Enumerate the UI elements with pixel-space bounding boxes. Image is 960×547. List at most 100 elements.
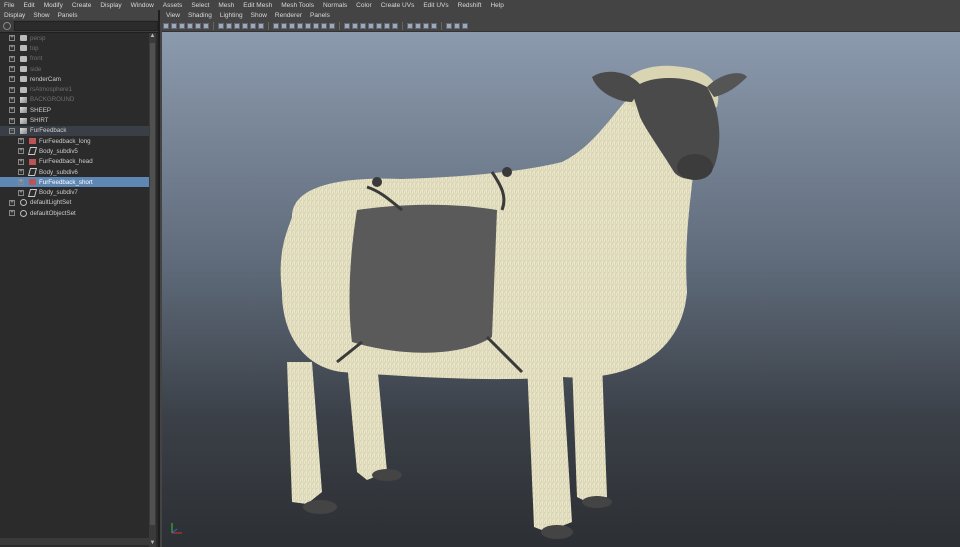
expand-icon[interactable]: + (9, 210, 15, 217)
expand-icon[interactable]: + (9, 76, 15, 83)
menu-item-select[interactable]: Select (187, 2, 214, 9)
menu-item-mesh[interactable]: Mesh (214, 2, 239, 9)
viewport-tool-icon[interactable] (171, 22, 177, 29)
viewport-tool-icon[interactable] (423, 22, 429, 29)
viewport-tool-icon[interactable] (446, 22, 452, 29)
viewport-menu-shading[interactable]: Shading (184, 12, 216, 19)
menu-item-normals[interactable]: Normals (319, 2, 352, 9)
menu-item-color[interactable]: Color (352, 2, 377, 9)
viewport-tool-icon[interactable] (321, 22, 327, 29)
viewport-menu-view[interactable]: View (162, 12, 184, 19)
outliner-item[interactable]: + persp (0, 33, 150, 43)
viewport-tool-icon[interactable] (226, 22, 232, 29)
outliner-item[interactable]: + FurFeedback_short (0, 177, 150, 188)
viewport-tool-icon[interactable] (250, 22, 256, 29)
outliner-item[interactable]: + FurFeedback_long (0, 136, 150, 146)
expand-icon[interactable]: + (9, 96, 15, 103)
viewport-tool-icon[interactable] (273, 22, 279, 29)
viewport-tool-icon[interactable] (392, 22, 398, 29)
expand-icon[interactable]: + (18, 158, 24, 165)
outliner-menu-show[interactable]: Show (29, 12, 53, 19)
viewport-tool-icon[interactable] (179, 22, 185, 29)
expand-icon[interactable]: + (18, 169, 24, 175)
menu-item-assets[interactable]: Assets (159, 2, 188, 9)
expand-icon[interactable]: + (18, 179, 24, 186)
viewport-menu-renderer[interactable]: Renderer (271, 12, 306, 19)
menu-item-help[interactable]: Help (486, 2, 508, 9)
outliner-item[interactable]: + renderCam (0, 74, 150, 84)
outliner-item[interactable]: + SHEEP (0, 105, 150, 115)
expand-icon[interactable]: + (18, 148, 24, 155)
outliner-item[interactable]: + rsAtmosphere1 (0, 84, 150, 94)
outliner-item[interactable]: + FurFeedback_head (0, 157, 150, 167)
viewport-tool-icon[interactable] (431, 22, 437, 29)
outliner-item[interactable]: + Body_subdiv6 (0, 167, 150, 177)
menu-item-edit[interactable]: Edit (19, 2, 39, 9)
viewport-tool-icon[interactable] (344, 22, 350, 29)
outliner-item[interactable]: + SHIRT (0, 115, 150, 125)
viewport-tool-icon[interactable] (368, 22, 374, 29)
outliner-search-input[interactable] (13, 21, 158, 31)
expand-icon[interactable]: + (9, 66, 15, 73)
expand-icon[interactable]: + (9, 107, 15, 114)
expand-icon[interactable]: + (9, 55, 15, 62)
outliner-item[interactable]: + Body_subdiv7 (0, 187, 150, 197)
menu-item-display[interactable]: Display (96, 2, 126, 9)
viewport-tool-icon[interactable] (415, 22, 421, 29)
expand-icon[interactable]: + (9, 35, 15, 42)
viewport-tool-icon[interactable] (384, 22, 390, 29)
outliner-item[interactable]: + BACKGROUND (0, 95, 150, 105)
outliner-menu-panels[interactable]: Panels (54, 12, 82, 19)
outliner-item[interactable]: + Body_subdiv5 (0, 146, 150, 156)
viewport-tool-icon[interactable] (258, 22, 264, 29)
viewport-tool-icon[interactable] (313, 22, 319, 29)
outliner-horizontal-scrollbar[interactable] (0, 538, 150, 545)
viewport-tool-icon[interactable] (281, 22, 287, 29)
scroll-up-icon[interactable]: ▲ (149, 33, 156, 40)
viewport-tool-icon[interactable] (329, 22, 335, 29)
viewport-tool-icon[interactable] (242, 22, 248, 29)
viewport-tool-icon[interactable] (454, 22, 460, 29)
viewport-tool-icon[interactable] (218, 22, 224, 29)
viewport-tool-icon[interactable] (195, 22, 201, 29)
viewport-tool-icon[interactable] (203, 22, 209, 29)
menu-item-create[interactable]: Create (68, 2, 97, 9)
viewport-tool-icon[interactable] (289, 22, 295, 29)
menu-item-edit-uvs[interactable]: Edit UVs (419, 2, 453, 9)
search-filter-icon[interactable] (3, 22, 11, 30)
menu-item-window[interactable]: Window (127, 2, 159, 9)
viewport-menu-show[interactable]: Show (247, 12, 271, 19)
viewport-tool-icon[interactable] (234, 22, 240, 29)
expand-icon[interactable]: + (9, 199, 15, 206)
viewport-tool-icon[interactable] (163, 22, 169, 29)
outliner-item[interactable]: + front (0, 54, 150, 64)
scroll-down-icon[interactable]: ▼ (149, 540, 156, 547)
outliner-item[interactable]: + top (0, 43, 150, 53)
3d-viewport[interactable] (162, 32, 960, 547)
viewport-tool-icon[interactable] (305, 22, 311, 29)
expand-icon[interactable]: + (18, 138, 24, 145)
viewport-tool-icon[interactable] (352, 22, 358, 29)
outliner-item[interactable]: + defaultObjectSet (0, 208, 150, 218)
expand-icon[interactable]: + (18, 189, 24, 196)
outliner-menu-display[interactable]: Display (0, 12, 29, 19)
menu-item-create-uvs[interactable]: Create UVs (377, 2, 420, 9)
viewport-tool-icon[interactable] (376, 22, 382, 29)
menu-item-file[interactable]: File (0, 2, 19, 9)
viewport-tool-icon[interactable] (187, 22, 193, 29)
scrollbar-thumb[interactable] (150, 43, 155, 525)
menu-item-redshift[interactable]: Redshift (454, 2, 487, 9)
viewport-tool-icon[interactable] (360, 22, 366, 29)
outliner-item[interactable]: − FurFeedback (0, 125, 150, 136)
viewport-tool-icon[interactable] (407, 22, 413, 29)
viewport-menu-panels[interactable]: Panels (306, 12, 334, 19)
viewport-tool-icon[interactable] (297, 22, 303, 29)
expand-icon[interactable]: + (9, 117, 15, 124)
viewport-tool-icon[interactable] (462, 22, 468, 29)
menu-item-modify[interactable]: Modify (40, 2, 68, 9)
collapse-icon[interactable]: − (9, 127, 15, 134)
viewport-menu-lighting[interactable]: Lighting (216, 12, 247, 19)
menu-item-edit-mesh[interactable]: Edit Mesh (239, 2, 277, 9)
outliner-item[interactable]: + side (0, 64, 150, 74)
expand-icon[interactable]: + (9, 86, 15, 93)
